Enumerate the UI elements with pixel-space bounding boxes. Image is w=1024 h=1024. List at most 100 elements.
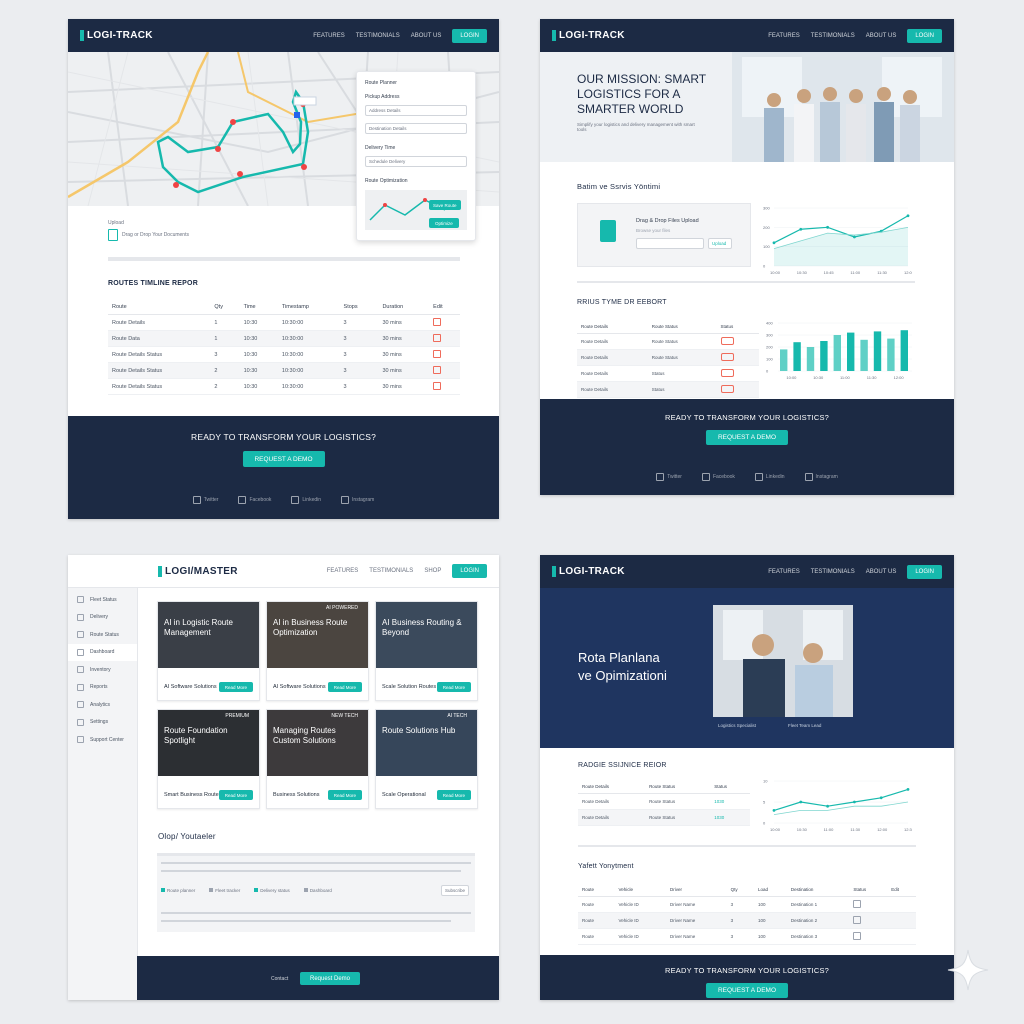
read-more-button[interactable]: Read More xyxy=(327,682,362,692)
instagram-link[interactable]: Instagram xyxy=(804,473,838,481)
request-demo-button[interactable]: REQUEST A DEMO xyxy=(705,430,789,445)
login-button[interactable]: LOGIN xyxy=(452,28,487,43)
facebook-link[interactable]: Facebook xyxy=(701,473,735,481)
facebook-link[interactable]: Facebook xyxy=(238,496,271,504)
table-row[interactable]: Route Vehicle ID Driver Name 3 100 Destinatio… xyxy=(578,928,916,945)
table-row[interactable]: Route Details Route Status 1030 xyxy=(578,793,750,810)
navbar: LOGI-TRACK FEATURES TESTIMONIALS ABOUT U… xyxy=(540,19,954,52)
sidebar-item-reports[interactable]: Reports xyxy=(68,679,137,697)
logo[interactable]: LOGI-TRACK xyxy=(552,566,625,577)
twitter-link[interactable]: Twitter xyxy=(192,496,218,504)
table-row[interactable]: Route Details Status 3 10:30 10:30:00 3 30 mi… xyxy=(108,346,460,363)
article-card[interactable]: AI in Business Route Optimization AI POWE… xyxy=(266,601,369,701)
logo-icon xyxy=(80,30,84,41)
option-dashboard[interactable]: Dashboard xyxy=(303,888,332,893)
nav-features[interactable]: FEATURES xyxy=(327,568,359,574)
edit-icon[interactable] xyxy=(433,317,442,326)
logo-icon xyxy=(552,30,556,41)
read-more-button[interactable]: Read More xyxy=(436,682,471,692)
login-button[interactable]: LOGIN xyxy=(452,564,487,578)
edit-icon[interactable] xyxy=(433,365,442,374)
sidebar-item-inventory[interactable]: Inventory xyxy=(68,661,137,679)
option-fleet[interactable]: Fleet tracker xyxy=(209,888,240,893)
nav-about[interactable]: ABOUT US xyxy=(411,33,442,39)
cta-title: READY TO TRANSFORM YOUR LOGISTICS? xyxy=(190,432,377,442)
logo[interactable]: LOGI-TRACK xyxy=(80,30,153,41)
nav-features[interactable]: FEATURES xyxy=(768,33,800,39)
table-row[interactable]: Route Details Status xyxy=(577,381,759,398)
upload-row[interactable]: Drag or Drop Your Documents xyxy=(108,229,189,241)
sidebar-item-settings[interactable]: Settings xyxy=(68,714,137,732)
data-point xyxy=(772,241,776,245)
request-demo-button[interactable]: REQUEST A DEMO xyxy=(242,451,325,467)
logo[interactable]: LOGI-TRACK xyxy=(552,30,625,41)
nav-features[interactable]: FEATURES xyxy=(768,569,800,575)
time-input[interactable]: Schedule Delivery xyxy=(365,156,467,167)
nav-testimonials[interactable]: TESTIMONIALS xyxy=(811,33,855,39)
option-route[interactable]: Route planner xyxy=(161,888,195,893)
instagram-link[interactable]: Instagram xyxy=(341,496,374,504)
article-card[interactable]: AI in Logistic Route Management AI Softw… xyxy=(157,601,260,701)
nav-about[interactable]: ABOUT US xyxy=(866,33,897,39)
login-button[interactable]: LOGIN xyxy=(907,28,942,43)
sidebar-item-analytics[interactable]: Analytics xyxy=(68,696,137,714)
y-tick-label: 0 xyxy=(763,821,766,826)
table-row[interactable]: Route Details Route Status 1030 xyxy=(578,809,750,826)
table-row[interactable]: Route Vehicle ID Driver Name 3 100 Destinatio… xyxy=(578,912,916,929)
bar xyxy=(820,341,828,371)
linkedin-link[interactable]: Linkedin xyxy=(291,496,321,504)
table-row[interactable]: Route Details Route Status xyxy=(577,349,759,366)
login-button[interactable]: LOGIN xyxy=(907,564,942,579)
request-demo-button[interactable]: REQUEST A DEMO xyxy=(705,983,789,998)
nav-testimonials[interactable]: TESTIMONIALS xyxy=(356,33,400,39)
sparkle-icon xyxy=(947,949,989,991)
table-row[interactable]: Route Data 1 10:30 10:30:00 3 30 mins xyxy=(108,330,460,347)
table-row[interactable]: Route Details Status 2 10:30 10:30:00 3 30 mi… xyxy=(108,378,460,395)
subscribe-button[interactable]: Subscribe xyxy=(441,885,469,896)
bar xyxy=(887,338,895,371)
nav-testimonials[interactable]: TESTIMONIALS xyxy=(811,569,855,575)
sidebar-item-support[interactable]: Support Center xyxy=(68,731,137,749)
save-route-button[interactable]: Save Route xyxy=(429,200,461,210)
read-more-button[interactable]: Read More xyxy=(218,790,253,800)
table-row[interactable]: Route Details Status xyxy=(577,365,759,382)
file-input[interactable] xyxy=(636,238,704,249)
edit-icon[interactable] xyxy=(433,381,442,390)
upload-button[interactable]: Upload xyxy=(708,238,732,249)
sidebar-item-route[interactable]: Route Status xyxy=(68,626,137,644)
route-report-table: Route Details Route Status Status Route … xyxy=(578,779,750,826)
table-row[interactable]: Route Details Status 2 10:30 10:30:00 3 30 mi… xyxy=(108,362,460,379)
edit-icon[interactable] xyxy=(433,333,442,342)
nav-testimonials[interactable]: TESTIMONIALS xyxy=(369,568,413,574)
read-more-button[interactable]: Read More xyxy=(327,790,362,800)
table-row[interactable]: Route Details Route Status xyxy=(577,333,759,350)
table-row[interactable]: Route Vehicle ID Driver Name 3 100 Destinatio… xyxy=(578,896,916,913)
request-demo-button[interactable]: Request Demo xyxy=(300,972,361,985)
linkedin-link[interactable]: Linkedin xyxy=(754,473,785,481)
nav-features[interactable]: FEATURES xyxy=(313,33,345,39)
navbar: LOGI/MASTER FEATURES TESTIMONIALS SHOP L… xyxy=(68,555,499,588)
option-delivery[interactable]: Delivery status xyxy=(254,888,290,893)
article-card[interactable]: Route Foundation Spotlight PREMIUM Smart … xyxy=(157,709,260,809)
photo-caption: Logistics Specialist xyxy=(718,723,757,728)
sidebar-item-dashboard[interactable]: Dashboard xyxy=(68,643,137,661)
article-card[interactable]: Managing Routes Custom Solutions NEW TECH… xyxy=(266,709,369,809)
optimize-button[interactable]: Optimize xyxy=(429,218,459,228)
nav-shop[interactable]: SHOP xyxy=(424,568,441,574)
article-card[interactable]: AI Business Routing & Beyond Scale Solut… xyxy=(375,601,478,701)
hero: OUR MISSION: SMART LOGISTICS FOR A SMART… xyxy=(540,52,954,162)
delivery-input[interactable]: Destination Details xyxy=(365,123,467,134)
sidebar-item-delivery[interactable]: Delivery xyxy=(68,609,137,627)
article-card[interactable]: Route Solutions Hub AI TECH Scale Operati… xyxy=(375,709,478,809)
edit-icon[interactable] xyxy=(433,349,442,358)
nav-about[interactable]: ABOUT US xyxy=(866,569,897,575)
upload-box[interactable]: Drag & Drop Files Upload Browse your fil… xyxy=(577,203,751,267)
pickup-input[interactable]: Address Details xyxy=(365,105,467,116)
sidebar-item-fleet[interactable]: Fleet Status xyxy=(68,591,137,609)
read-more-button[interactable]: Read More xyxy=(218,682,253,692)
read-more-button[interactable]: Read More xyxy=(436,790,471,800)
logo[interactable]: LOGI/MASTER xyxy=(158,565,238,577)
footer-contact[interactable]: Contact xyxy=(271,976,288,982)
table-row[interactable]: Route Details 1 10:30 10:30:00 3 30 mins xyxy=(108,314,460,331)
twitter-link[interactable]: Twitter xyxy=(656,473,682,481)
